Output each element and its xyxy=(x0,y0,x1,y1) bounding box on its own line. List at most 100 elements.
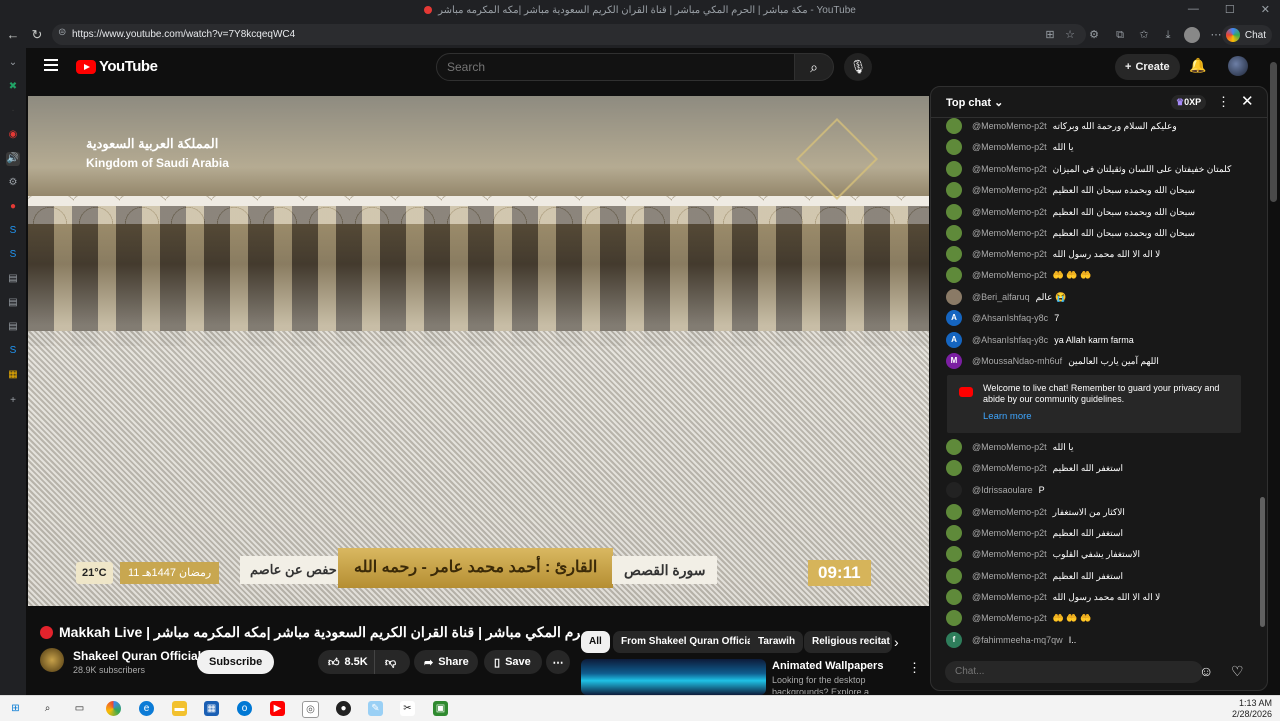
page-scrollbar[interactable] xyxy=(1270,62,1277,202)
chat-author-name[interactable]: @fahimmeeha-mq7qw xyxy=(972,635,1063,645)
copilot-taskbar-icon[interactable] xyxy=(106,701,121,716)
chat-author-avatar[interactable] xyxy=(946,568,962,584)
url-bar[interactable]: ⊜ https://www.youtube.com/watch?v=7Y8kcq… xyxy=(52,24,1086,45)
chat-more-options-icon[interactable]: ⋮ xyxy=(1217,94,1230,110)
account-avatar[interactable] xyxy=(1228,56,1248,76)
chat-author-name[interactable]: @MemoMemo-p2t xyxy=(972,142,1047,152)
taskbar-clock[interactable]: 1:13 AM 2/28/2026 xyxy=(1232,698,1272,720)
chat-message[interactable]: @MemoMemo-p2t استغفر الله العظيم xyxy=(946,567,1123,585)
skype-icon-3[interactable]: S xyxy=(6,344,20,358)
minimize-icon[interactable]: — xyxy=(1188,3,1199,16)
chat-message[interactable]: @MemoMemo-p2t يا الله xyxy=(946,138,1073,156)
create-button[interactable]: + Create xyxy=(1115,54,1180,80)
skype-icon-2[interactable]: S xyxy=(6,248,20,262)
chat-author-name[interactable]: @MemoMemo-p2t xyxy=(972,164,1047,174)
edge-taskbar-icon[interactable]: e xyxy=(139,701,154,716)
top-chat-dropdown[interactable]: Top chat ⌄ xyxy=(946,96,1003,109)
chip-tarawih[interactable]: Tarawih xyxy=(750,631,804,653)
chat-author-avatar[interactable] xyxy=(946,525,962,541)
downloads-icon[interactable]: ⤓ xyxy=(1160,27,1176,43)
app-icon-1[interactable]: ▤ xyxy=(6,272,20,286)
video-player[interactable]: المملكة العربية السعودية Kingdom of Saud… xyxy=(28,96,929,606)
chips-next-chevron-icon[interactable]: › xyxy=(894,634,899,650)
chat-message[interactable]: f @fahimmeeha-mq7qw I.. xyxy=(946,631,1076,649)
chat-author-avatar[interactable] xyxy=(946,161,962,177)
chat-author-name[interactable]: @AhsanIshfaq-y8c xyxy=(972,335,1048,345)
outlook-icon[interactable]: o xyxy=(237,701,252,716)
chat-author-name[interactable]: @MoussaNdao-mh6uf xyxy=(972,356,1062,366)
file-explorer-icon[interactable]: ▬ xyxy=(172,701,187,716)
audio-icon[interactable]: 🔊 xyxy=(6,152,20,166)
extensions-icon[interactable]: ⚙ xyxy=(1086,27,1102,43)
chat-input[interactable] xyxy=(945,661,1195,682)
chat-message[interactable]: @MemoMemo-p2t استغفر الله العظيم xyxy=(946,459,1123,477)
favorites-icon[interactable]: ✩ xyxy=(1136,27,1152,43)
sidebar-chevron-icon[interactable]: ⌄ xyxy=(6,56,20,70)
chat-author-avatar[interactable] xyxy=(946,589,962,605)
chat-message[interactable]: @MemoMemo-p2t كلمتان خفيفتان على اللسان و… xyxy=(946,160,1231,178)
app-icon-3[interactable]: ▤ xyxy=(6,320,20,334)
chat-message[interactable]: @MemoMemo-p2t سبحان الله وبحمده سبحان الل… xyxy=(946,224,1195,242)
office-icon[interactable]: ▦ xyxy=(6,368,20,382)
store-icon[interactable]: ▦ xyxy=(204,701,219,716)
chat-author-avatar[interactable]: A xyxy=(946,332,962,348)
subscribe-button[interactable]: Subscribe xyxy=(197,650,275,674)
chat-message[interactable]: @MemoMemo-p2t سبحان الله وبحمده سبحان الل… xyxy=(946,203,1195,221)
app-install-icon[interactable]: ⊞ xyxy=(1042,27,1058,43)
record-icon[interactable]: ◉ xyxy=(6,128,20,142)
capcut-icon[interactable]: ✂ xyxy=(400,701,415,716)
chat-author-avatar[interactable] xyxy=(946,439,962,455)
chat-author-name[interactable]: @MemoMemo-p2t xyxy=(972,463,1047,473)
chat-message[interactable]: @MemoMemo-p2t وعليكم السلام ورحمة الله وب… xyxy=(946,117,1177,135)
chat-author-name[interactable]: @Idrissaoulare xyxy=(972,485,1033,495)
dislike-button[interactable]: 👎︎ xyxy=(374,650,410,674)
recommendation-menu-icon[interactable]: ⋮ xyxy=(908,660,921,676)
app-taskbar-icon[interactable]: ● xyxy=(336,701,351,716)
chat-message[interactable]: A @AhsanIshfaq-y8c 7 xyxy=(946,309,1059,327)
chat-author-avatar[interactable] xyxy=(946,482,962,498)
hamburger-menu-icon[interactable] xyxy=(44,59,58,74)
chat-message[interactable]: @MemoMemo-p2t لا اله الا الله محمد رسول ا… xyxy=(946,588,1160,606)
recommendation-title[interactable]: Animated Wallpapers xyxy=(772,660,883,672)
chat-message[interactable]: @MemoMemo-p2t لا اله الا الله محمد رسول ا… xyxy=(946,245,1160,263)
chat-author-avatar[interactable] xyxy=(946,546,962,562)
chat-author-name[interactable]: @AhsanIshfaq-y8c xyxy=(972,313,1048,323)
task-view-icon[interactable]: ▭ xyxy=(72,701,87,716)
chip-religious[interactable]: Religious recitat xyxy=(804,631,892,653)
chat-author-avatar[interactable] xyxy=(946,610,962,626)
close-window-icon[interactable]: ✕ xyxy=(1261,3,1270,16)
chat-message[interactable]: @MemoMemo-p2t 🤲 🤲 🤲 xyxy=(946,266,1091,284)
chat-author-avatar[interactable] xyxy=(946,118,962,134)
chat-author-name[interactable]: @MemoMemo-p2t xyxy=(972,442,1047,452)
chat-author-name[interactable]: @MemoMemo-p2t xyxy=(972,121,1047,131)
chat-author-name[interactable]: @MemoMemo-p2t xyxy=(972,507,1047,517)
chat-author-name[interactable]: @MemoMemo-p2t xyxy=(972,270,1047,280)
chat-author-avatar[interactable] xyxy=(946,267,962,283)
channel-name[interactable]: Shakeel Quran Official xyxy=(73,649,201,663)
site-info-icon[interactable]: ⊜ xyxy=(58,27,66,38)
emoji-icon[interactable]: ☺ xyxy=(1199,663,1213,679)
xp-badge[interactable]: ♛0XP xyxy=(1171,95,1207,110)
profile-icon[interactable] xyxy=(1184,27,1200,43)
voice-search-button[interactable]: 🎙 xyxy=(844,53,872,81)
youtube-logo[interactable]: YouTube xyxy=(76,58,158,75)
photo-app-icon[interactable]: ▣ xyxy=(433,701,448,716)
add-sidebar-icon[interactable]: + xyxy=(6,394,20,408)
chat-message[interactable]: @MemoMemo-p2t يا الله xyxy=(946,438,1073,456)
chat-author-avatar[interactable] xyxy=(946,182,962,198)
channel-avatar[interactable] xyxy=(40,648,64,672)
chat-author-name[interactable]: @MemoMemo-p2t xyxy=(972,592,1047,602)
chat-message[interactable]: @MemoMemo-p2t الاستغفار يشفي القلوب xyxy=(946,545,1140,563)
search-taskbar-icon[interactable]: ⌕ xyxy=(40,701,55,716)
back-icon[interactable]: ← xyxy=(4,26,22,44)
heart-icon[interactable]: ♡ xyxy=(1231,663,1244,680)
chat-author-avatar[interactable]: M xyxy=(946,353,962,369)
share-button[interactable]: ➦ Share xyxy=(414,650,478,674)
chip-from-channel[interactable]: From Shakeel Quran Official xyxy=(613,631,764,653)
chat-message[interactable]: @MemoMemo-p2t استغفر الله العظيم xyxy=(946,524,1123,542)
youtube-taskbar-icon[interactable]: ▶ xyxy=(270,701,285,716)
favorite-star-icon[interactable]: ☆ xyxy=(1062,27,1078,43)
chat-author-avatar[interactable] xyxy=(946,460,962,476)
youtube-sidebar-icon[interactable]: ● xyxy=(6,200,20,214)
chat-author-avatar[interactable] xyxy=(946,225,962,241)
